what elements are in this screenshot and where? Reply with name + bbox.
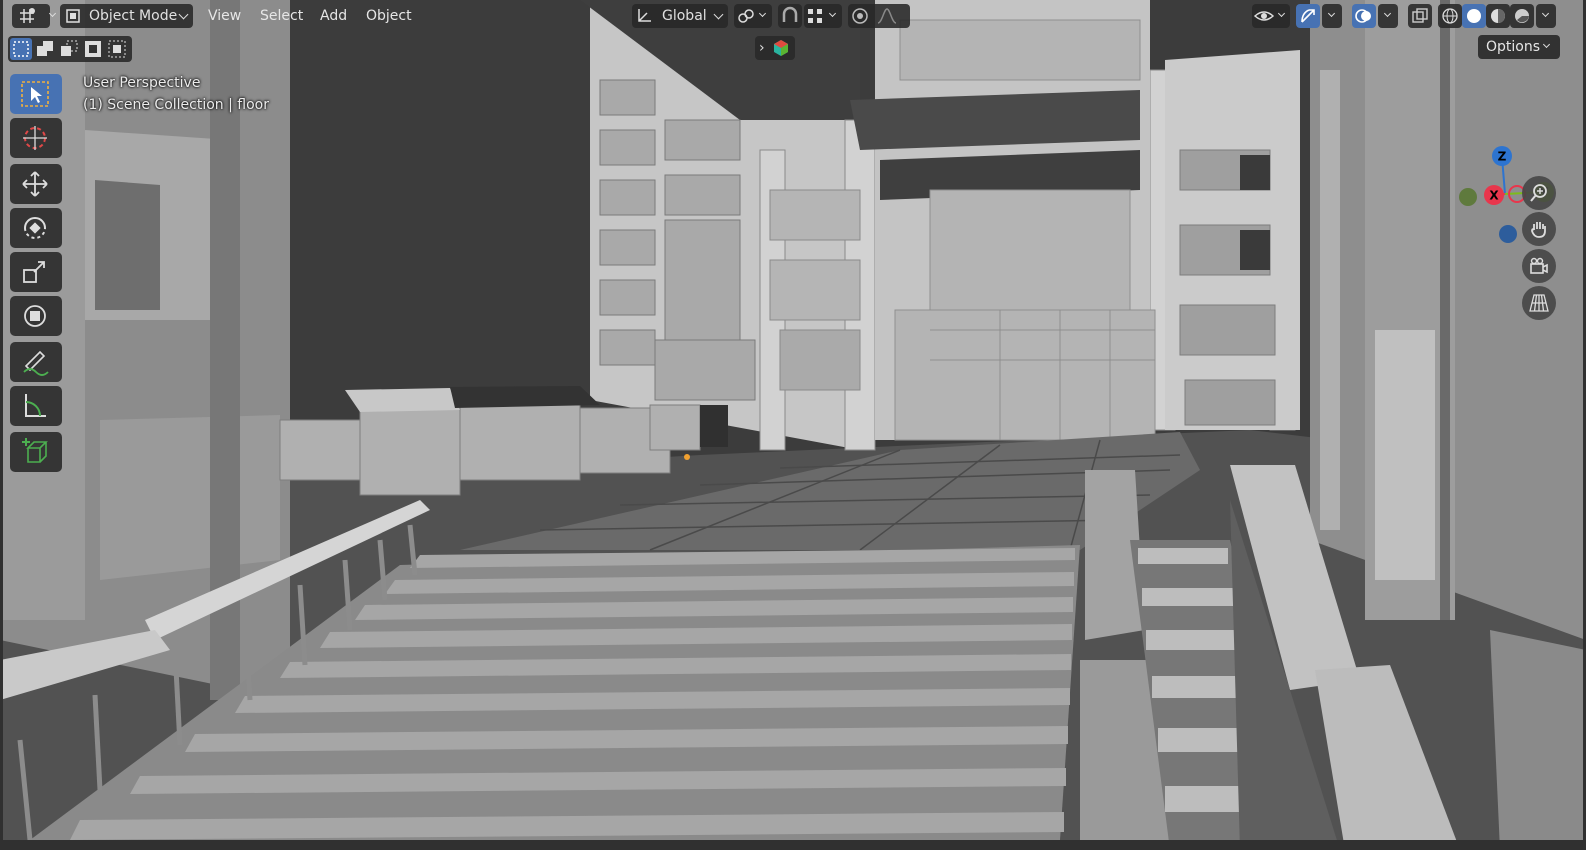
gizmo-dropdown[interactable]: [1322, 4, 1342, 28]
cursor-icon: [23, 126, 47, 150]
menu-view[interactable]: View: [208, 4, 241, 28]
menu-add[interactable]: Add: [320, 4, 347, 28]
collection-object: (1) Scene Collection | floor: [83, 97, 269, 113]
shading-dropdown[interactable]: [1536, 4, 1556, 28]
chevron-down-icon: [1383, 9, 1392, 18]
select-new-icon: [13, 41, 29, 57]
object-mode-icon: [66, 9, 80, 23]
asset-cube-icon: [774, 40, 788, 56]
editor-type-button[interactable]: [12, 4, 57, 28]
menu-object[interactable]: Object: [366, 4, 412, 28]
rendered-sphere-icon: [1515, 9, 1529, 23]
3d-viewport[interactable]: User Perspective (1) Scene Collection | …: [0, 0, 1586, 850]
tool-select-box[interactable]: [10, 74, 62, 114]
select-box-icon: [21, 81, 49, 107]
pan-view-button[interactable]: [1522, 212, 1556, 246]
transform-orientation-dropdown[interactable]: Global: [632, 4, 728, 28]
select-invert-icon[interactable]: [84, 40, 102, 58]
annotate-icon: [23, 350, 49, 376]
snap-grid-icon: [808, 9, 822, 23]
transform-icon: [24, 305, 46, 327]
wireframe-shading-button[interactable]: [1438, 4, 1462, 28]
solid-shading-button[interactable]: [1462, 4, 1486, 28]
orientation-label: Global: [662, 8, 707, 24]
viewport-editor-icon: [20, 8, 35, 23]
tool-annotate[interactable]: [10, 342, 62, 382]
chevron-down-icon: [758, 9, 767, 18]
proportional-editing-icon: [852, 8, 868, 24]
snap-target-dropdown[interactable]: [804, 4, 842, 28]
chevron-down-icon: [1327, 9, 1336, 18]
tool-move[interactable]: [10, 164, 62, 204]
gizmo-x-label: X: [1489, 189, 1499, 203]
viewport-header: Object Mode View Select Add Object Globa…: [0, 0, 1586, 62]
rotate-icon: [24, 217, 46, 239]
magnifier-plus-icon: [1530, 184, 1547, 202]
menu-select[interactable]: Select: [260, 4, 303, 28]
options-label: Options: [1486, 39, 1541, 55]
tool-cursor[interactable]: [10, 118, 62, 158]
camera-icon: [1530, 257, 1548, 274]
transform-orientation-icon: [638, 9, 651, 22]
tool-scale[interactable]: [10, 252, 62, 292]
rendered-shading-button[interactable]: [1510, 4, 1534, 28]
mode-dropdown[interactable]: Object Mode: [60, 4, 193, 28]
eye-icon: [1254, 11, 1274, 21]
chevron-right-icon: ›: [759, 40, 765, 56]
tool-transform[interactable]: [10, 296, 62, 336]
viewport-scene[interactable]: [0, 0, 1586, 850]
overlays-toggle[interactable]: [1352, 4, 1376, 28]
select-new-button[interactable]: [10, 38, 32, 60]
scale-icon: [23, 261, 45, 283]
gizmo-z-label: Z: [1498, 150, 1507, 164]
select-intersect-icon[interactable]: [108, 40, 126, 58]
move-icon: [22, 171, 48, 197]
proportional-editing-toggle[interactable]: [848, 4, 910, 28]
material-sphere-icon: [1491, 9, 1505, 23]
add-cube-icon: [22, 438, 48, 463]
wireframe-icon: [1442, 8, 1458, 24]
chevron-down-icon: [713, 9, 724, 20]
chevron-down-icon: [1541, 9, 1550, 18]
nav-gizmo-area-toggle[interactable]: ›: [755, 36, 795, 60]
chevron-down-icon: [1277, 9, 1286, 18]
overlays-icon: [1355, 9, 1371, 23]
chevron-down-icon: [48, 9, 57, 18]
pivot-point-icon: [738, 9, 754, 23]
area-border-bottom: [0, 840, 1586, 850]
area-border-left: [0, 0, 3, 850]
falloff-curve-icon: [877, 8, 897, 24]
chevron-down-icon: [1542, 40, 1551, 49]
snap-toggle[interactable]: [778, 4, 802, 28]
select-subtract-icon[interactable]: [60, 40, 78, 58]
viewport-info: User Perspective (1) Scene Collection | …: [83, 72, 269, 116]
pivot-point-dropdown[interactable]: [734, 4, 772, 28]
toggle-projection-button[interactable]: [1522, 286, 1556, 320]
selection-mode-group: [8, 36, 132, 62]
tool-measure[interactable]: [10, 386, 62, 426]
overlays-dropdown[interactable]: [1378, 4, 1398, 28]
camera-view-button[interactable]: [1522, 249, 1556, 283]
tool-rotate[interactable]: [10, 208, 62, 248]
mode-label: Object Mode: [89, 8, 178, 24]
chevron-down-icon: [828, 9, 837, 18]
view-name: User Perspective: [83, 75, 201, 91]
gizmo-icon: [1301, 9, 1315, 23]
xray-toggle[interactable]: [1408, 4, 1432, 28]
gizmo-toggle[interactable]: [1296, 4, 1320, 28]
tool-add-cube[interactable]: [10, 432, 62, 472]
material-shading-button[interactable]: [1486, 4, 1510, 28]
zoom-view-button[interactable]: [1522, 176, 1556, 210]
magnet-icon: [782, 6, 798, 22]
select-extend-icon[interactable]: [36, 40, 54, 58]
visibility-dropdown[interactable]: [1252, 4, 1290, 28]
chevron-down-icon: [178, 9, 189, 20]
options-dropdown[interactable]: Options: [1478, 35, 1560, 59]
xray-icon: [1412, 8, 1428, 23]
hand-icon: [1531, 222, 1546, 238]
solid-sphere-icon: [1467, 9, 1481, 23]
measure-icon: [25, 394, 46, 417]
grid-projection-icon: [1529, 294, 1549, 312]
